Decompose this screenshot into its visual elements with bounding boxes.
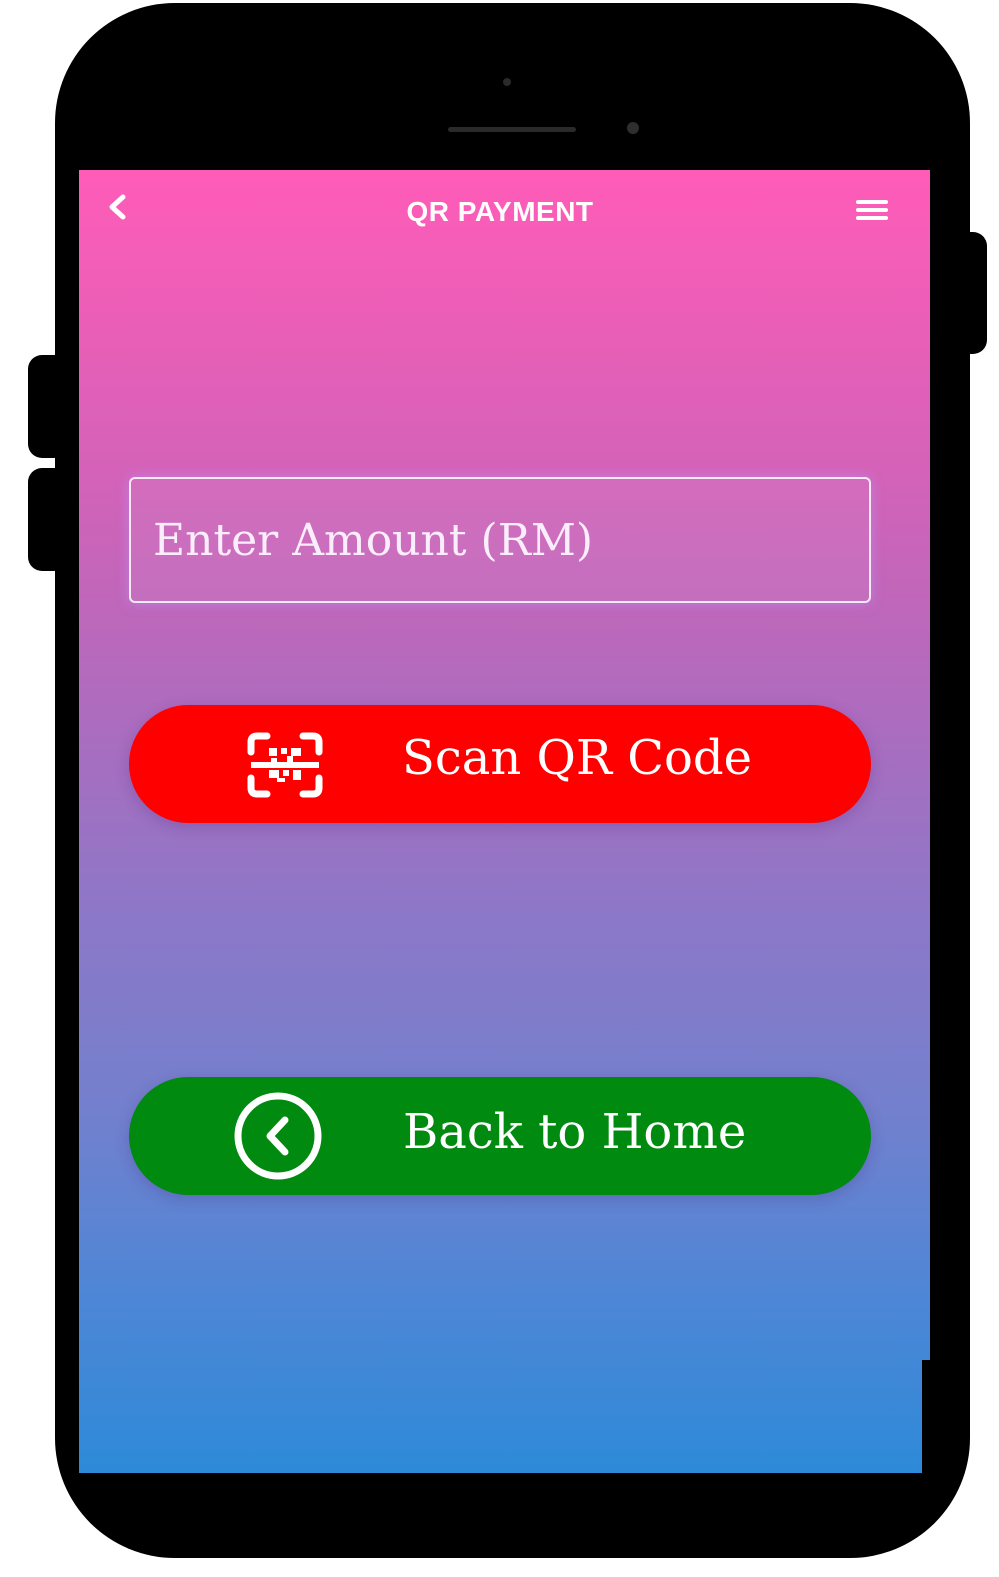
back-to-home-label: Back to Home	[403, 1104, 747, 1160]
chevron-left-icon[interactable]	[103, 192, 131, 222]
amount-input[interactable]	[129, 477, 871, 603]
scan-qr-label: Scan QR Code	[402, 730, 753, 786]
circle-chevron-left-icon	[234, 1092, 322, 1180]
screen-edge	[922, 1360, 932, 1475]
hamburger-menu-icon[interactable]	[856, 198, 888, 222]
qr-scan-icon	[247, 732, 323, 798]
earpiece-speaker	[448, 127, 576, 132]
page-title: QR PAYMENT	[406, 196, 594, 227]
sensor-dot	[503, 78, 511, 86]
front-camera	[627, 122, 639, 134]
